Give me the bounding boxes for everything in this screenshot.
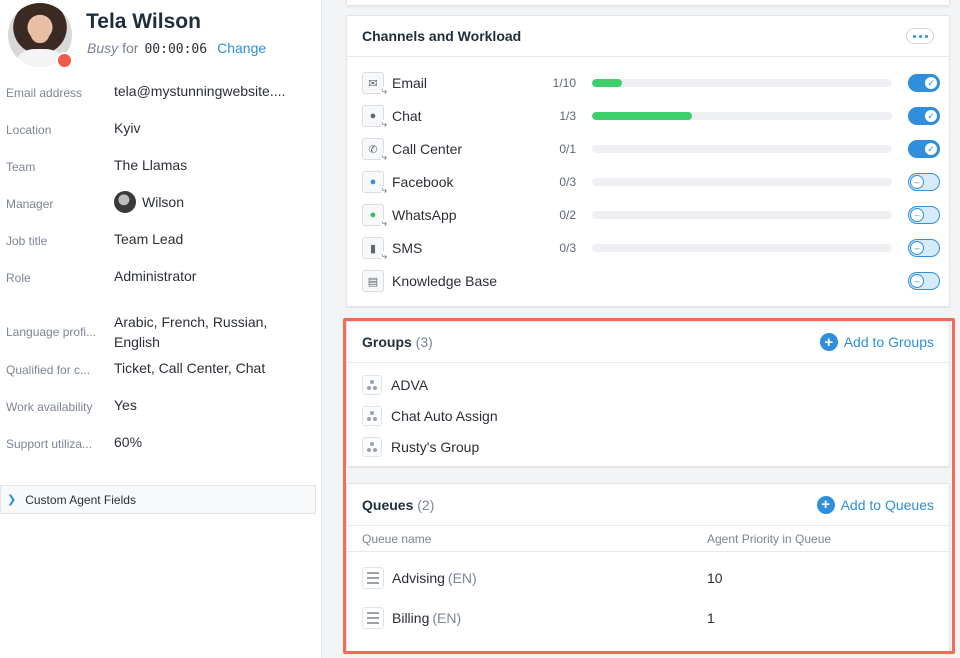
status-text: Busy [87,40,119,56]
workload-bar [592,244,892,252]
workload-bar [592,112,892,120]
workload-bar [592,211,892,219]
agent-fields: Email address tela@mystunningwebsite....… [0,83,322,474]
field-label: Manager [6,197,54,211]
agent-name: Tela Wilson [86,10,201,33]
channel-toggle[interactable]: – [908,239,940,257]
field-qualified-for: Qualified for c... Ticket, Call Center, … [0,360,322,400]
field-value: Administrator [114,268,197,284]
channel-name: Facebook [392,174,454,190]
whatsapp-icon: ● ⤷ [362,204,387,229]
workload-bar [592,178,892,186]
channel-load: 0/3 [559,175,576,189]
channel-row-email: ✉ ⤷ Email 1/10 ✓ [362,71,940,97]
chat-bubble-icon: ● ⤷ [362,105,387,130]
field-value: Team Lead [114,231,184,247]
field-label: Qualified for c... [6,363,91,377]
change-status-link[interactable]: Change [217,40,266,56]
field-language: Language profi... Arabic, French, Russia… [0,308,322,363]
field-value: Yes [114,397,137,413]
channel-row-whatsapp: ● ⤷ WhatsApp 0/2 – [362,203,940,229]
field-role: Role Administrator [0,268,322,308]
field-work-availability: Work availability Yes [0,397,322,437]
more-options-button[interactable] [906,28,934,44]
channel-name: Chat [392,108,422,124]
book-icon: ▤ [362,270,384,292]
field-label: Language profi... [6,324,97,339]
custom-agent-fields-toggle[interactable]: ❯ Custom Agent Fields [0,485,316,514]
agent-status-line: Busy for 00:00:06 Change [87,40,266,57]
channel-row-facebook: ● ⤷ Facebook 0/3 – [362,170,940,196]
channels-title: Channels and Workload [362,28,522,44]
channel-toggle[interactable]: – [908,206,940,224]
channels-header: Channels and Workload [347,16,949,57]
channel-toggle[interactable]: ✓ [908,140,940,158]
status-for-text: for [122,40,139,56]
channel-name: Call Center [392,141,463,157]
field-value: tela@mystunningwebsite.... [114,83,286,99]
channel-name: Email [392,75,428,91]
channel-load: 0/2 [559,208,576,222]
field-value: Ticket, Call Center, Chat [114,360,266,376]
channel-toggle[interactable]: ✓ [908,74,940,92]
field-location: Location Kyiv [0,120,322,160]
workload-bar [592,79,892,87]
field-label: Job title [6,234,48,248]
messenger-icon: ● ⤷ [362,171,387,196]
envelope-icon: ✉ ⤷ [362,72,387,97]
workload-bar-fill [592,112,692,120]
channel-toggle[interactable]: ✓ [908,107,940,125]
previous-card-edge [346,0,950,6]
field-label: Work availability [6,400,93,414]
busy-status-dot [56,52,73,69]
field-label: Email address [6,86,83,100]
workload-bar [592,145,892,153]
channel-load: 1/3 [559,109,576,123]
agent-profile-panel: Tela Wilson Busy for 00:00:06 Change Ema… [0,0,322,658]
channels-workload-card: Channels and Workload ✉ ⤷ Email 1/10 ✓ ● ⤷… [346,15,950,307]
channel-name: WhatsApp [392,207,457,223]
field-value: Kyiv [114,120,141,136]
channel-row-call-center: ✆ ⤷ Call Center 0/1 ✓ [362,137,940,163]
field-label: Team [6,160,36,174]
channel-load: 0/1 [559,142,576,156]
channel-name: SMS [392,240,423,256]
manager-avatar [114,191,136,213]
field-value: Wilson [114,191,310,213]
channel-row-chat: ● ⤷ Chat 1/3 ✓ [362,104,940,130]
manager-name[interactable]: Wilson [142,194,184,210]
workload-bar-fill [592,79,622,87]
field-value: 60% [114,434,143,450]
field-label: Support utiliza... [6,437,93,451]
channel-toggle[interactable]: – [908,173,940,191]
field-email: Email address tela@mystunningwebsite.... [0,83,322,123]
channel-name: Knowledge Base [392,273,498,289]
channel-toggle[interactable]: – [908,272,940,290]
channel-row-sms: ▮ ⤷ SMS 0/3 – [362,236,940,262]
channel-load: 0/3 [559,241,576,255]
field-value: Arabic, French, Russian, English [114,313,268,350]
field-job-title: Job title Team Lead [0,231,322,271]
field-support-utilization: Support utiliza... 60% [0,434,322,474]
custom-agent-fields-label: Custom Agent Fields [25,492,136,507]
field-value: The Llamas [114,157,188,173]
field-label: Location [6,123,52,137]
status-timer: 00:00:06 [144,42,208,57]
phone-icon: ✆ ⤷ [362,138,387,163]
channel-load: 1/10 [552,76,576,90]
field-manager: Manager Wilson [0,191,322,234]
channel-row-knowledge-base: ▤ Knowledge Base – [362,269,940,293]
field-label: Role [6,271,31,285]
chevron-right-icon: ❯ [7,494,17,506]
mobile-icon: ▮ ⤷ [362,237,387,262]
highlight-frame [343,318,955,654]
